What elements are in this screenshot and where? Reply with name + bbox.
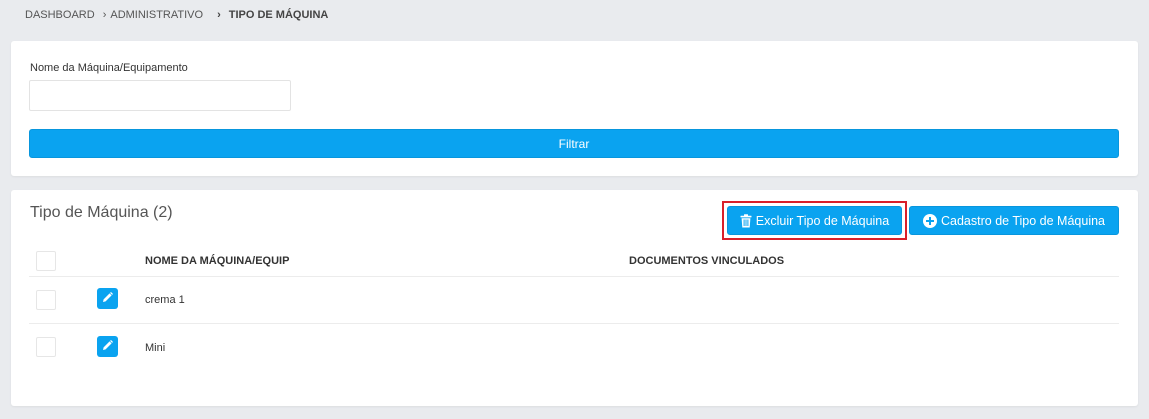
create-machine-type-button[interactable]: Cadastro de Tipo de Máquina [909,206,1119,235]
breadcrumb-current: TIPO DE MÁQUINA [228,9,329,21]
delete-machine-type-button[interactable]: Excluir Tipo de Máquina [727,206,902,235]
table-divider [29,276,1119,277]
edit-button[interactable] [97,336,118,357]
machine-name-cell: crema 1 [145,294,185,306]
filter-button[interactable]: Filtrar [29,129,1119,158]
column-header-name: NOME DA MÁQUINA/EQUIP [145,255,290,267]
machine-name-input[interactable] [29,80,291,111]
list-title: Tipo de Máquina (2) [30,204,173,221]
breadcrumb-administrativo[interactable]: ADMINISTRATIVO [110,9,203,21]
row-checkbox[interactable] [36,337,56,357]
edit-button[interactable] [97,288,118,309]
breadcrumb: DASHBOARD › ADMINISTRATIVO › TIPO DE MÁQ… [25,9,328,21]
machine-name-cell: Mini [145,342,166,354]
pencil-icon [102,290,113,308]
machine-type-list-panel: Tipo de Máquina (2) Excluir Tipo de Máqu… [11,190,1138,406]
trash-icon [740,213,752,228]
breadcrumb-separator: › [102,9,107,21]
pencil-icon [102,338,113,356]
create-button-label: Cadastro de Tipo de Máquina [941,213,1105,228]
filter-panel: Nome da Máquina/Equipamento Filtrar [11,41,1138,176]
plus-circle-icon [923,213,937,228]
delete-button-label: Excluir Tipo de Máquina [755,213,890,228]
table-divider [29,323,1119,324]
breadcrumb-dashboard[interactable]: DASHBOARD [25,9,95,21]
select-all-checkbox[interactable] [36,251,56,271]
breadcrumb-separator: › [217,9,221,21]
row-checkbox[interactable] [36,290,56,310]
machine-name-label: Nome da Máquina/Equipamento [30,62,188,74]
column-header-documents: DOCUMENTOS VINCULADOS [629,255,785,267]
